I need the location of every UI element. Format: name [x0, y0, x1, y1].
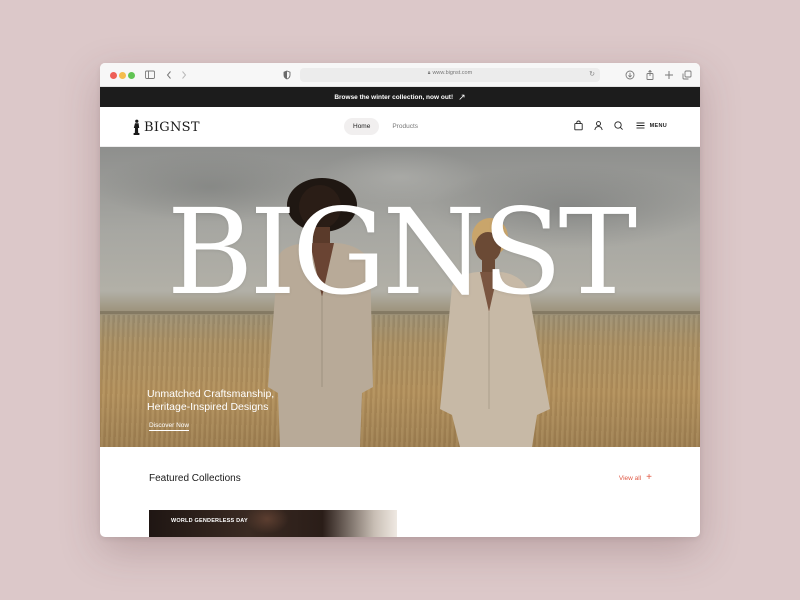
browser-window: 🔒︎ www.bignst.com ↻ Browse the winter col…	[100, 63, 700, 537]
logo-text: BIGNST	[144, 119, 200, 135]
forward-icon[interactable]	[181, 68, 187, 82]
hero-wordmark: BIGNST	[166, 183, 637, 321]
lock-icon: 🔒︎	[427, 70, 431, 76]
hero-tagline-line-1: Unmatched Craftsmanship,	[147, 388, 275, 400]
shield-icon[interactable]	[283, 68, 291, 82]
discover-now-link[interactable]: Discover Now	[149, 422, 190, 431]
new-tab-icon[interactable]	[664, 68, 674, 82]
url-text: www.bignst.com	[432, 70, 473, 76]
nav-home[interactable]: Home	[344, 118, 380, 135]
site-logo[interactable]: BIGNST	[133, 118, 200, 136]
site-header: BIGNST Home Products MENU	[100, 107, 700, 147]
tab-overview-icon[interactable]	[682, 68, 692, 82]
logo-statue-icon	[133, 119, 140, 135]
reload-icon[interactable]: ↻	[589, 70, 595, 78]
announcement-bar[interactable]: Browse the winter collection, now out! ↗	[100, 87, 700, 107]
download-icon[interactable]	[625, 68, 635, 82]
collection-card[interactable]: WORLD GENDERLESS DAY	[149, 510, 397, 537]
close-window-button[interactable]	[110, 71, 117, 79]
main-nav: Home Products	[344, 118, 427, 135]
featured-collections-heading: Featured Collections	[149, 473, 241, 484]
view-all-link[interactable]: View all +	[618, 472, 652, 483]
sidebar-toggle-icon[interactable]	[145, 68, 155, 82]
arrow-up-right-icon: ↗	[458, 92, 466, 102]
back-icon[interactable]	[166, 68, 172, 82]
header-actions: MENU	[573, 120, 667, 131]
plus-icon: +	[646, 472, 652, 483]
menu-button[interactable]: MENU	[635, 120, 667, 131]
minimize-window-button[interactable]	[119, 71, 126, 79]
menu-label: MENU	[649, 122, 667, 129]
user-icon[interactable]	[593, 120, 604, 131]
announcement-text: Browse the winter collection, now out!	[334, 94, 454, 101]
search-icon[interactable]	[613, 120, 624, 131]
view-all-label: View all	[618, 474, 642, 482]
bag-icon[interactable]	[573, 120, 584, 131]
collection-card-label: WORLD GENDERLESS DAY	[171, 518, 248, 524]
address-bar[interactable]: 🔒︎ www.bignst.com ↻	[300, 68, 600, 82]
hero-tagline: Unmatched Craftsmanship, Heritage-Inspir…	[147, 388, 274, 414]
share-icon[interactable]	[645, 68, 655, 82]
browser-toolbar: 🔒︎ www.bignst.com ↻	[100, 63, 700, 87]
menu-icon	[636, 122, 645, 129]
hero-banner: BIGNST Unmatched Craftsmanship, Heritage…	[100, 147, 700, 447]
hero-tagline-line-2: Heritage-Inspired Designs	[147, 401, 269, 413]
nav-products[interactable]: Products	[383, 118, 427, 135]
zoom-window-button[interactable]	[128, 71, 135, 79]
